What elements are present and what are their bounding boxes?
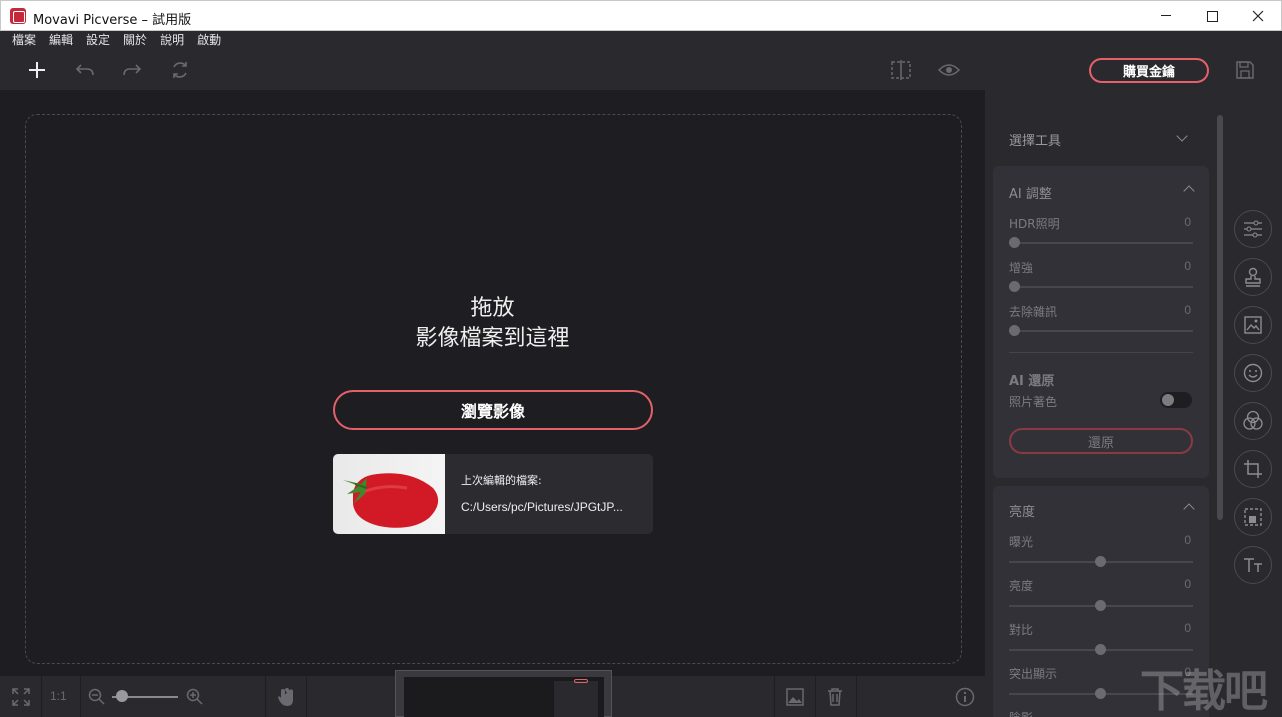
hdr-slider[interactable] <box>1009 242 1193 244</box>
toolbar: 購買金鑰 <box>0 50 1282 90</box>
add-icon[interactable] <box>23 56 51 84</box>
highlights-slider-thumb[interactable] <box>1095 688 1106 699</box>
chevron-up-icon[interactable] <box>1183 503 1195 515</box>
hdr-label: HDR照明 <box>1009 217 1060 231</box>
hand-tool-icon[interactable] <box>273 684 299 710</box>
undo-icon[interactable] <box>71 56 99 84</box>
menu-help[interactable]: 說明 <box>160 31 184 50</box>
canvas-area[interactable]: 拖放 影像檔案到這裡 瀏覽影像 上次編輯的檔案: C:/Users/pc/Pic… <box>0 90 985 676</box>
chevron-up-icon[interactable] <box>1183 185 1195 197</box>
delete-trash-icon[interactable] <box>822 684 848 710</box>
zoom-in-icon[interactable] <box>182 684 208 710</box>
divider <box>1009 352 1193 353</box>
compare-icon[interactable] <box>887 56 915 84</box>
preview-eye-icon[interactable] <box>935 56 963 84</box>
separator <box>80 676 81 717</box>
recent-file-path[interactable]: C:/Users/pc/Pictures/JPGtJP... <box>461 500 623 514</box>
denoise-value: 0 <box>1184 303 1191 317</box>
separator <box>265 676 266 717</box>
menu-bar: 檔案 編輯 設定 關於 說明 啟動 <box>0 31 1282 50</box>
drop-title-line1: 拖放 <box>470 296 515 321</box>
recent-file-card[interactable]: 上次編輯的檔案: C:/Users/pc/Pictures/JPGtJP... <box>333 454 653 534</box>
image-export-icon[interactable] <box>782 684 808 710</box>
denoise-slider[interactable] <box>1009 330 1193 332</box>
watermark: 下载吧 <box>1140 666 1268 717</box>
separator <box>306 676 307 717</box>
recent-file-label: 上次編輯的檔案: <box>461 474 542 487</box>
ai-restore-title: AI 還原 <box>1009 374 1055 389</box>
restore-button[interactable]: 還原 <box>1009 428 1193 454</box>
exposure-slider-thumb[interactable] <box>1095 556 1106 567</box>
contrast-value: 0 <box>1184 621 1191 635</box>
enhance-value: 0 <box>1184 259 1191 273</box>
contrast-slider-thumb[interactable] <box>1095 644 1106 655</box>
brightness-title: 亮度 <box>1009 505 1036 520</box>
menu-about[interactable]: 關於 <box>123 31 147 50</box>
color-icon[interactable] <box>1234 402 1272 440</box>
redo-icon[interactable] <box>118 56 146 84</box>
minimize-button[interactable] <box>1143 1 1189 31</box>
navigator-thumbnail[interactable] <box>395 670 612 717</box>
denoise-label: 去除雜訊 <box>1009 305 1058 319</box>
brightness-value: 0 <box>1184 577 1191 591</box>
reset-icon[interactable] <box>166 56 194 84</box>
select-icon[interactable] <box>1234 498 1272 536</box>
separator <box>41 676 42 717</box>
save-icon[interactable] <box>1231 56 1259 84</box>
strawberry-image <box>343 473 439 528</box>
menu-edit[interactable]: 編輯 <box>49 31 73 50</box>
enhance-label: 增強 <box>1009 261 1034 275</box>
menu-activate[interactable]: 啟動 <box>197 31 221 50</box>
exposure-label: 曝光 <box>1009 535 1034 549</box>
separator <box>774 676 775 717</box>
separator <box>856 676 857 717</box>
title-bar: Movavi Picverse – 試用版 <box>0 0 1282 31</box>
browse-images-button[interactable]: 瀏覽影像 <box>333 390 653 430</box>
hdr-value: 0 <box>1184 215 1191 229</box>
adjust-icon[interactable] <box>1234 210 1272 248</box>
enhance-slider[interactable] <box>1009 286 1193 288</box>
highlights-label: 突出顯示 <box>1009 667 1058 681</box>
zoom-out-icon[interactable] <box>84 684 110 710</box>
colorize-label: 照片著色 <box>1009 395 1058 409</box>
exposure-value: 0 <box>1184 533 1191 547</box>
navigator-preview <box>404 677 604 717</box>
zoom-slider-thumb[interactable] <box>116 690 128 702</box>
ai-adjust-card: AI 調整 HDR照明 0 增強 0 去除雜訊 0 AI 還原 照片著色 還原 <box>993 166 1209 478</box>
shadows-label: 陰影 <box>1009 709 1033 717</box>
contrast-label: 對比 <box>1009 623 1034 637</box>
menu-settings[interactable]: 設定 <box>86 31 110 50</box>
brightness-slider-thumb[interactable] <box>1095 600 1106 611</box>
brightness-label: 亮度 <box>1009 579 1034 593</box>
actual-size-button[interactable]: 1:1 <box>50 689 67 703</box>
app-logo-icon <box>10 8 26 24</box>
stamp-icon[interactable] <box>1234 258 1272 296</box>
ai-adjust-title: AI 調整 <box>1009 187 1052 202</box>
close-button[interactable] <box>1235 1 1281 31</box>
enhance-slider-thumb[interactable] <box>1009 281 1020 292</box>
panel-scrollbar[interactable] <box>1217 115 1223 520</box>
recent-thumbnail <box>333 454 445 534</box>
buy-key-button[interactable]: 購買金鑰 <box>1089 58 1209 83</box>
maximize-button[interactable] <box>1189 1 1235 31</box>
separator <box>815 676 816 717</box>
right-panel: 選擇工具 AI 調整 HDR照明 0 增強 0 去除雜訊 0 AI 還原 照片著… <box>985 90 1230 717</box>
denoise-slider-thumb[interactable] <box>1009 325 1020 336</box>
colorize-toggle[interactable] <box>1160 392 1192 408</box>
info-icon[interactable] <box>952 684 978 710</box>
fit-screen-icon[interactable] <box>8 684 34 710</box>
drop-title-line2: 影像檔案到這裡 <box>415 326 570 351</box>
hdr-slider-thumb[interactable] <box>1009 237 1020 248</box>
window-title: Movavi Picverse – 試用版 <box>33 13 192 28</box>
chevron-down-icon[interactable] <box>1176 130 1188 142</box>
image-icon[interactable] <box>1234 306 1272 344</box>
menu-file[interactable]: 檔案 <box>12 31 36 50</box>
select-tools-dropdown[interactable]: 選擇工具 <box>1009 130 1061 149</box>
text-icon[interactable] <box>1234 546 1272 584</box>
tool-icon-column <box>1230 90 1282 717</box>
crop-icon[interactable] <box>1234 450 1272 488</box>
drop-zone[interactable] <box>25 114 962 664</box>
face-icon[interactable] <box>1234 354 1272 392</box>
